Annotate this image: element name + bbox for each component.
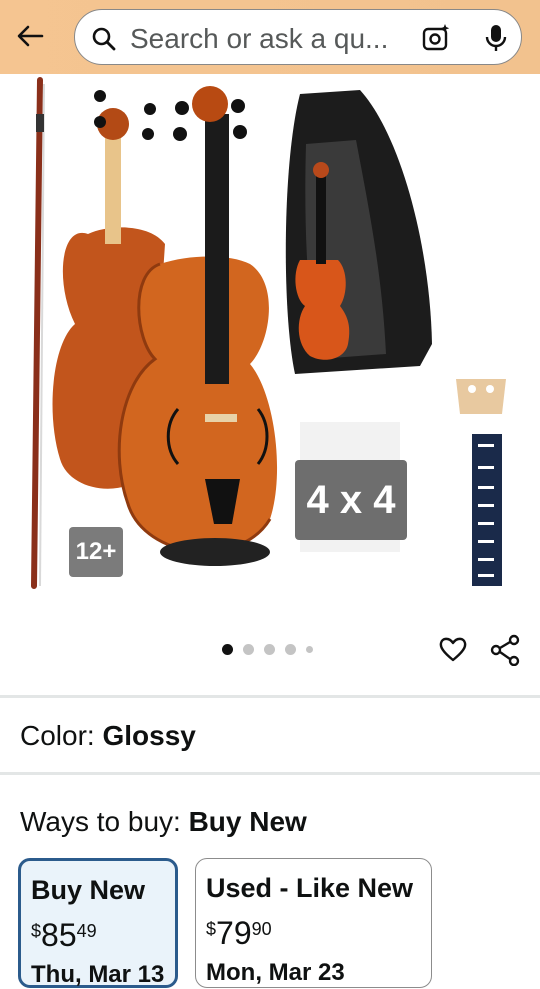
buy-option-title: Buy New <box>31 875 146 905</box>
ways-to-buy-heading: Ways to buy: Buy New <box>20 806 307 838</box>
price-fraction: 49 <box>76 921 97 941</box>
color-label: Color: <box>20 720 103 751</box>
buy-option-new[interactable]: Buy New $8549 Thu, Mar 13 <box>18 858 178 988</box>
price-currency: $ <box>31 921 42 941</box>
search-icon <box>92 27 116 51</box>
price-currency: $ <box>206 919 217 939</box>
camera-lens-icon[interactable] <box>420 22 452 54</box>
more-images-badge[interactable]: 12+ <box>69 527 123 577</box>
heart-icon[interactable] <box>438 634 468 664</box>
ways-to-buy-value: Buy New <box>188 806 307 837</box>
price-fraction: 90 <box>251 919 272 939</box>
price-whole: 85 <box>41 917 77 953</box>
ways-to-buy-label: Ways to buy: <box>20 806 189 837</box>
top-bar: Search or ask a qu... <box>0 0 540 74</box>
search-bar[interactable]: Search or ask a qu... <box>74 9 522 65</box>
carousel-dot[interactable] <box>243 644 254 655</box>
microphone-icon[interactable] <box>481 22 511 54</box>
back-button[interactable] <box>10 16 50 56</box>
divider <box>0 695 540 698</box>
carousel-dot[interactable] <box>264 644 275 655</box>
divider <box>0 772 540 775</box>
color-value: Glossy <box>102 720 196 751</box>
carousel-dot[interactable] <box>285 644 296 655</box>
price-whole: 79 <box>216 915 252 951</box>
buy-option-price: $8549 <box>31 917 97 954</box>
buy-option-title: Used - Like New <box>206 873 414 903</box>
size-badge: 4 x 4 <box>295 460 407 540</box>
color-selector[interactable]: Color: Glossy <box>20 720 196 752</box>
delivery-text: Thu, Mar 13 <box>31 961 165 988</box>
delivery-text: Mon, Mar 23 <box>206 959 345 986</box>
carousel-dots <box>222 644 313 655</box>
buy-option-price: $7990 <box>206 915 272 952</box>
search-input[interactable]: Search or ask a qu... <box>130 23 415 55</box>
carousel-dot-active[interactable] <box>222 644 233 655</box>
carousel-dot[interactable] <box>306 646 313 653</box>
arrow-left-icon <box>17 25 44 47</box>
buy-option-used[interactable]: Used - Like New $7990 Mon, Mar 23 <box>195 858 432 988</box>
share-icon[interactable] <box>490 634 522 666</box>
